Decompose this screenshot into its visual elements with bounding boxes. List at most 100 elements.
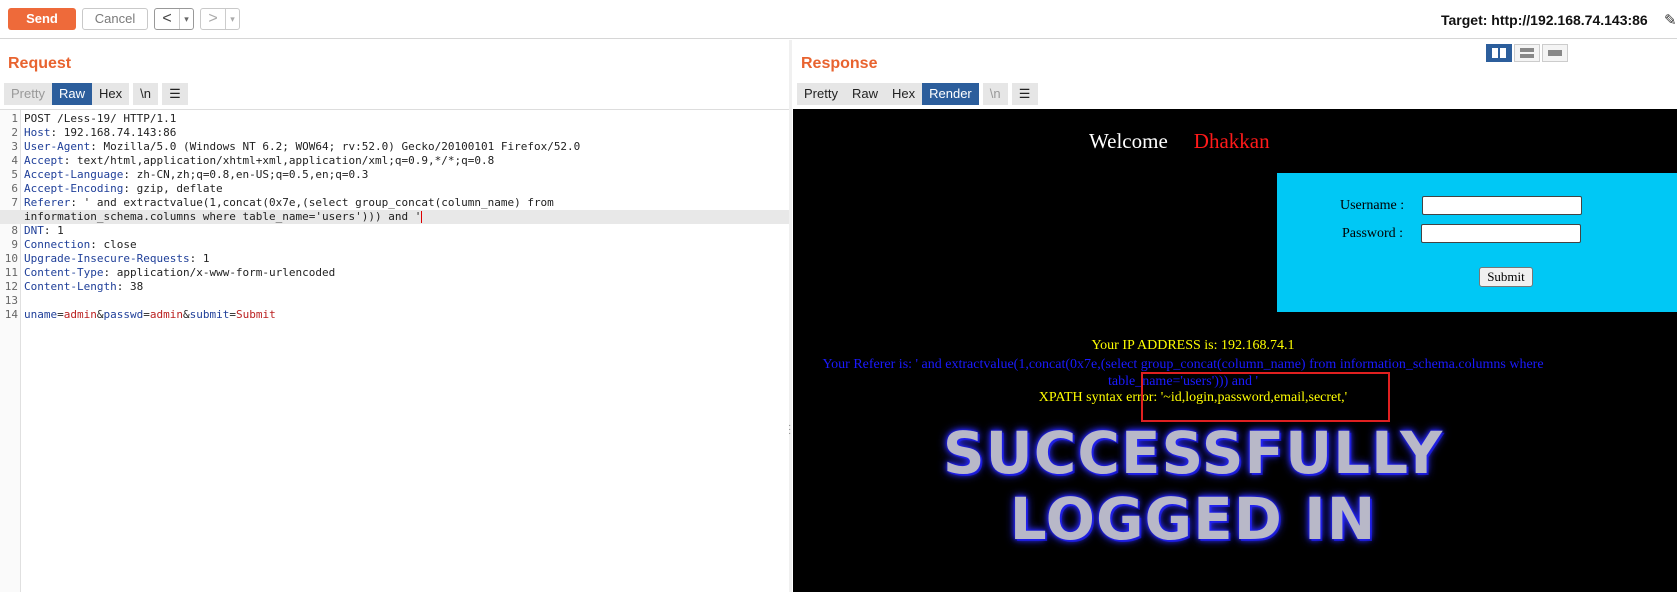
editor-line[interactable]: 7 Referer: ' and extractvalue(1,concat(0x… bbox=[0, 196, 789, 210]
editor-line[interactable]: 1 POST /Less-19/ HTTP/1.1 bbox=[0, 112, 789, 126]
line-number: 14 bbox=[4, 308, 18, 321]
line-number: 9 bbox=[11, 238, 18, 251]
request-tab-newline[interactable]: \n bbox=[133, 83, 158, 105]
password-input[interactable] bbox=[1421, 224, 1581, 243]
editor-line[interactable]: 12 Content-Length: 38 bbox=[0, 280, 789, 294]
header-value: : 1 bbox=[43, 224, 64, 237]
editor-line[interactable]: 6 Accept-Encoding: gzip, deflate bbox=[0, 182, 789, 196]
editor-line-body[interactable]: 14 uname=admin&passwd=admin&submit=Submit bbox=[0, 308, 789, 322]
line-code: POST /Less-19/ HTTP/1.1 bbox=[24, 112, 176, 126]
layout-toggle bbox=[1486, 44, 1570, 62]
send-button[interactable]: Send bbox=[8, 8, 76, 30]
line-number: 1 bbox=[11, 112, 18, 125]
line-code: Accept-Language: zh-CN,zh;q=0.8,en-US;q=… bbox=[24, 168, 368, 182]
line-code: User-Agent: Mozilla/5.0 (Windows NT 6.2;… bbox=[24, 140, 580, 154]
param-key: uname bbox=[24, 308, 58, 321]
response-tab-hex[interactable]: Hex bbox=[884, 83, 923, 105]
header-value: : 1 bbox=[189, 252, 210, 265]
header-value: : 192.168.74.143:86 bbox=[50, 126, 177, 139]
line-number: 5 bbox=[11, 168, 18, 181]
layout-stacked-icon[interactable] bbox=[1514, 44, 1540, 62]
request-editor[interactable]: 1 POST /Less-19/ HTTP/1.1 2 Host: 192.168.7… bbox=[0, 109, 789, 592]
header-name: Accept-Language bbox=[24, 168, 124, 181]
header-value: : application/x-www-form-urlencoded bbox=[103, 266, 336, 279]
editor-line[interactable]: 11 Content-Type: application/x-www-form-u… bbox=[0, 266, 789, 280]
edit-target-icon[interactable]: ✎ bbox=[1664, 11, 1677, 29]
history-back-group[interactable]: < ▾ bbox=[154, 8, 194, 30]
highlight-box bbox=[1141, 372, 1390, 422]
line-number: 7 bbox=[11, 196, 18, 209]
success-banner-line1: SUCCESSFULLY bbox=[942, 419, 1444, 487]
param-value: admin bbox=[149, 308, 183, 321]
header-name: Host bbox=[24, 126, 51, 139]
back-arrow-icon[interactable]: < bbox=[155, 9, 179, 29]
response-tab-pretty[interactable]: Pretty bbox=[797, 83, 845, 105]
editor-line[interactable]: 9 Connection: close bbox=[0, 238, 789, 252]
request-menu-icon[interactable]: ☰ bbox=[161, 83, 188, 105]
request-tab-pretty[interactable]: Pretty bbox=[4, 83, 52, 105]
splitter-handle-icon[interactable]: · · · bbox=[788, 421, 791, 439]
line-code: information_schema.columns where table_n… bbox=[24, 210, 423, 224]
line-number: 3 bbox=[11, 140, 18, 153]
layout-single-icon[interactable] bbox=[1542, 44, 1568, 62]
editor-line[interactable]: 5 Accept-Language: zh-CN,zh;q=0.8,en-US;q… bbox=[0, 168, 789, 182]
success-banner-line2: LOGGED IN bbox=[1009, 485, 1377, 553]
response-menu-icon[interactable]: ☰ bbox=[1011, 83, 1038, 105]
response-tab-newline[interactable]: \n bbox=[982, 83, 1008, 105]
line-number: 12 bbox=[4, 280, 18, 293]
header-value: : gzip, deflate bbox=[123, 182, 223, 195]
line-code: Content-Length: 38 bbox=[24, 280, 143, 294]
history-forward-group[interactable]: > ▾ bbox=[200, 8, 240, 30]
body-params: uname=admin&passwd=admin&submit=Submit bbox=[24, 308, 276, 322]
login-form: Username : Password : Submit bbox=[1277, 173, 1677, 312]
editor-line[interactable]: 2 Host: 192.168.74.143:86 bbox=[0, 126, 789, 140]
line-number: 8 bbox=[11, 224, 18, 237]
line-code: Connection: close bbox=[24, 238, 137, 252]
editor-line[interactable]: 4 Accept: text/html,application/xhtml+xml… bbox=[0, 154, 789, 168]
editor-line[interactable]: 13 bbox=[0, 294, 789, 308]
rendered-response: Welcome Dhakkan Username : Password : Sub… bbox=[793, 109, 1677, 592]
request-title: Request bbox=[8, 55, 72, 72]
header-name: Connection bbox=[24, 238, 91, 251]
editor-line[interactable]: 10 Upgrade-Insecure-Requests: 1 bbox=[0, 252, 789, 266]
header-name: User-Agent bbox=[24, 140, 91, 153]
header-value: POST /Less-19/ HTTP/1.1 bbox=[24, 112, 177, 125]
param-equals: = bbox=[143, 308, 150, 321]
editor-line[interactable]: information_schema.columns where table_n… bbox=[0, 210, 789, 224]
password-label: Password : bbox=[1342, 226, 1404, 241]
line-code: Referer: ' and extractvalue(1,concat(0x7… bbox=[24, 196, 554, 210]
header-value: information_schema.columns where table_n… bbox=[24, 210, 422, 223]
header-value: : Mozilla/5.0 (Windows NT 6.2; WOW64; rv… bbox=[90, 140, 581, 153]
username-input[interactable] bbox=[1422, 196, 1582, 215]
top-toolbar: Send Cancel < ▾ > ▾ Target: http://192.1… bbox=[0, 0, 1677, 39]
response-tabs: Pretty Raw Hex Render \n ☰ bbox=[797, 83, 1038, 105]
forward-dropdown-icon[interactable]: ▾ bbox=[225, 9, 239, 29]
line-number: 11 bbox=[4, 266, 18, 279]
param-key: passwd bbox=[103, 308, 144, 321]
back-dropdown-icon[interactable]: ▾ bbox=[179, 9, 193, 29]
ip-address-text: Your IP ADDRESS is: 192.168.74.1 bbox=[1091, 338, 1295, 353]
line-number: 10 bbox=[4, 252, 18, 265]
layout-side-by-side-icon[interactable] bbox=[1486, 44, 1512, 62]
forward-arrow-icon[interactable]: > bbox=[201, 9, 225, 29]
response-tab-raw[interactable]: Raw bbox=[844, 83, 885, 105]
editor-line[interactable]: 3 User-Agent: Mozilla/5.0 (Windows NT 6.2… bbox=[0, 140, 789, 154]
response-tab-render[interactable]: Render bbox=[922, 83, 979, 105]
header-name: Accept bbox=[24, 154, 64, 167]
header-name: Referer bbox=[24, 196, 71, 209]
param-value: Submit bbox=[236, 308, 276, 321]
line-code: Content-Type: application/x-www-form-url… bbox=[24, 266, 335, 280]
request-tab-hex[interactable]: Hex bbox=[91, 83, 130, 105]
panel-splitter[interactable] bbox=[789, 40, 792, 592]
editor-line[interactable]: 8 DNT: 1 bbox=[0, 224, 789, 238]
submit-button[interactable]: Submit bbox=[1479, 267, 1533, 287]
line-number: 6 bbox=[11, 182, 18, 195]
header-value: : ' and extractvalue(1,concat(0x7e,(sele… bbox=[70, 196, 554, 209]
target-label: Target: http://192.168.74.143:86 bbox=[1441, 12, 1648, 28]
text-caret bbox=[421, 211, 423, 223]
param-equals: = bbox=[229, 308, 236, 321]
line-number: 4 bbox=[11, 154, 18, 167]
line-number: 2 bbox=[11, 126, 18, 139]
cancel-button[interactable]: Cancel bbox=[82, 8, 148, 30]
request-tab-raw[interactable]: Raw bbox=[51, 83, 92, 105]
